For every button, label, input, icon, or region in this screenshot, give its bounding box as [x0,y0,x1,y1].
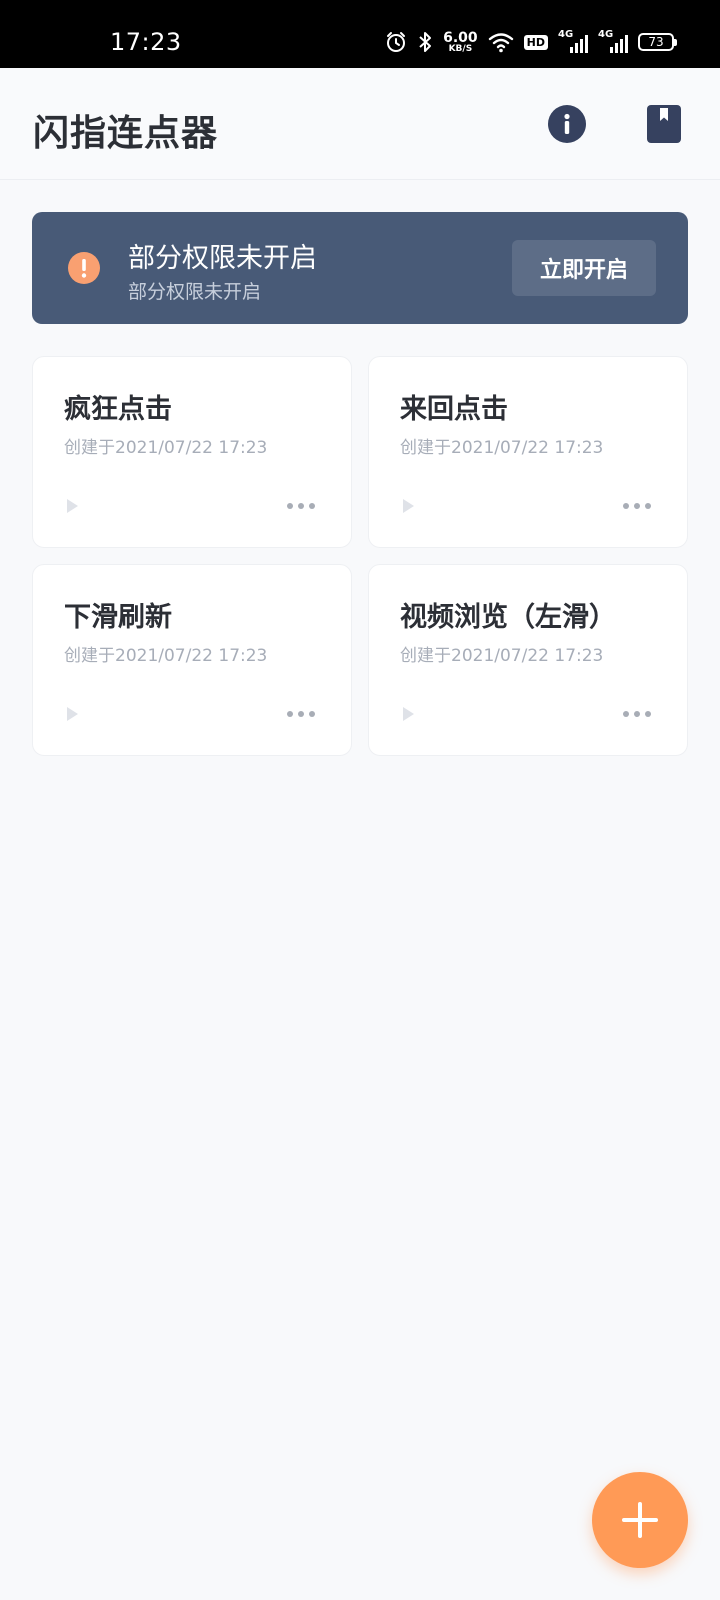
task-title: 下滑刷新 [64,602,172,633]
task-card[interactable]: 来回点击 创建于2021/07/22 17:23 [368,356,688,548]
more-options-icon[interactable] [619,705,655,723]
more-options-icon[interactable] [283,705,319,723]
bookmark-icon[interactable] [647,105,681,143]
task-created-date: 创建于2021/07/22 17:23 [64,438,268,458]
play-icon[interactable] [399,497,417,515]
battery-icon: 73 [638,33,677,51]
task-title: 疯狂点击 [64,394,172,425]
signal-icon: 4G [598,29,628,53]
enable-permission-button[interactable]: 立即开启 [512,240,656,296]
app-header: 闪指连点器 [0,68,720,180]
play-icon[interactable] [63,497,81,515]
task-card[interactable]: 下滑刷新 创建于2021/07/22 17:23 [32,564,352,756]
task-title: 来回点击 [400,394,508,425]
banner-subtitle: 部分权限未开启 [128,281,262,303]
banner-title: 部分权限未开启 [128,243,317,274]
task-card[interactable]: 疯狂点击 创建于2021/07/22 17:23 [32,356,352,548]
wifi-icon [488,30,514,54]
status-time: 17:23 [110,28,182,56]
status-bar: 17:23 6.00 KB/S HD 4G 4G 73 [0,0,720,68]
signal-icon: 4G [558,29,588,53]
task-created-date: 创建于2021/07/22 17:23 [64,646,268,666]
bluetooth-icon [417,30,433,54]
app-title: 闪指连点器 [33,113,219,154]
more-options-icon[interactable] [619,497,655,515]
battery-level: 73 [648,35,664,49]
hd-icon: HD [523,34,548,50]
permission-banner: 部分权限未开启 部分权限未开启 立即开启 [32,212,688,324]
more-options-icon[interactable] [283,497,319,515]
network-speed: 6.00 KB/S [443,31,478,54]
task-created-date: 创建于2021/07/22 17:23 [400,438,604,458]
speed-unit: KB/S [448,43,473,54]
info-icon[interactable] [548,105,586,143]
add-task-button[interactable] [592,1472,688,1568]
status-icons: 6.00 KB/S HD 4G 4G 73 [385,29,677,54]
play-icon[interactable] [63,705,81,723]
play-icon[interactable] [399,705,417,723]
plus-icon [618,1498,662,1542]
task-created-date: 创建于2021/07/22 17:23 [400,646,604,666]
speed-value: 6.00 [443,29,478,46]
task-title: 视频浏览（左滑） [400,602,616,633]
warning-icon [68,252,100,284]
alarm-icon [385,30,407,54]
task-card[interactable]: 视频浏览（左滑） 创建于2021/07/22 17:23 [368,564,688,756]
